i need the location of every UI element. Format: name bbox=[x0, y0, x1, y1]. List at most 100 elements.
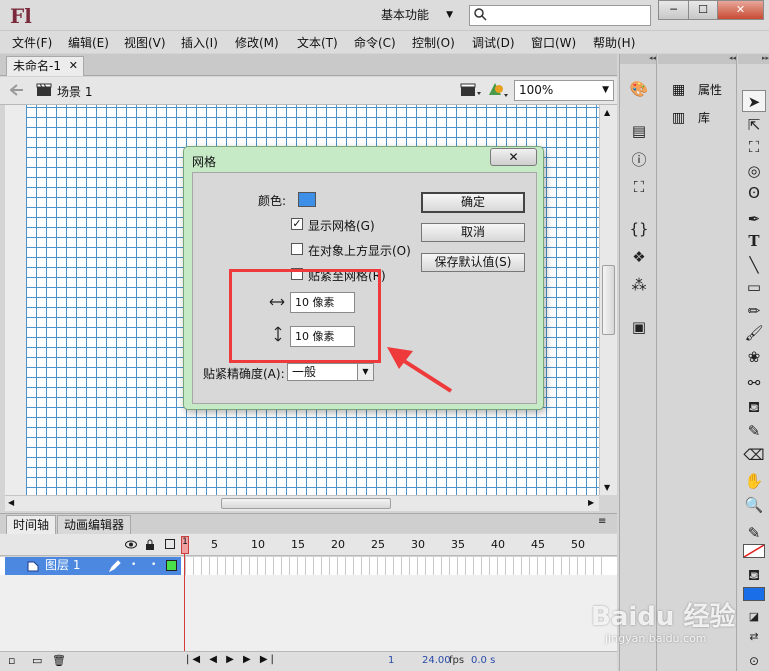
maximize-button[interactable]: ☐ bbox=[688, 0, 718, 20]
pen-tool-icon[interactable]: ✒ bbox=[742, 208, 766, 230]
tab-timeline[interactable]: 时间轴 bbox=[6, 515, 57, 534]
close-button[interactable]: ✕ bbox=[717, 0, 764, 20]
scene-panel-icon[interactable]: ▣ bbox=[627, 316, 651, 338]
vertical-scrollbar[interactable]: ▲ ▼ bbox=[599, 105, 617, 495]
menu-edit[interactable]: 编辑(E) bbox=[68, 34, 109, 51]
collapse-icon[interactable]: ◂◂ bbox=[658, 54, 736, 64]
deco-tool-icon[interactable]: ❀ bbox=[742, 346, 766, 368]
zoom-tool-icon[interactable]: 🔍 bbox=[742, 494, 766, 516]
playback-controls[interactable]: |◀ ◀ ▶ ▶ ▶| bbox=[186, 654, 277, 665]
scroll-left-icon[interactable]: ◀ bbox=[8, 498, 14, 507]
menu-insert[interactable]: 插入(I) bbox=[181, 34, 218, 51]
ok-button[interactable]: 确定 bbox=[421, 192, 525, 213]
lock-icon[interactable] bbox=[145, 539, 155, 550]
fill-color-icon[interactable]: ⛾ bbox=[742, 564, 766, 586]
layer-name-cell[interactable]: 图层 1 • • bbox=[5, 557, 181, 575]
delete-layer-icon[interactable]: 🗑 bbox=[52, 654, 66, 667]
frame-cells[interactable] bbox=[185, 557, 605, 575]
lock-dot-icon[interactable]: • bbox=[151, 557, 156, 574]
scroll-right-icon[interactable]: ▶ bbox=[588, 498, 594, 507]
fps-readout[interactable]: 24.00 bbox=[422, 655, 451, 666]
zoom-select[interactable]: 100% ▼ bbox=[514, 80, 614, 101]
menu-view[interactable]: 视图(V) bbox=[124, 34, 166, 51]
chevron-down-icon: ▼ bbox=[446, 10, 453, 20]
frame-number: 40 bbox=[491, 538, 505, 551]
help-search[interactable] bbox=[469, 5, 651, 26]
stroke-color-icon[interactable]: ✎ bbox=[742, 522, 766, 544]
collapse-icon[interactable]: ▸▸ bbox=[738, 54, 769, 64]
code-snippets-icon[interactable]: {} bbox=[627, 218, 651, 240]
info-panel-icon[interactable]: ⓘ bbox=[627, 149, 651, 171]
dialog-close-button[interactable]: ✕ bbox=[490, 148, 537, 166]
outline-icon[interactable] bbox=[165, 539, 175, 549]
color-panel-icon[interactable]: 🎨 bbox=[627, 78, 651, 100]
show-grid-checkbox[interactable]: ✓ bbox=[291, 218, 303, 230]
edit-symbols-icon[interactable] bbox=[487, 81, 511, 99]
hand-tool-icon[interactable]: ✋ bbox=[742, 470, 766, 492]
back-arrow-icon[interactable] bbox=[10, 84, 24, 96]
line-tool-icon[interactable]: ╲ bbox=[742, 254, 766, 276]
grid-color-swatch[interactable] bbox=[298, 192, 316, 207]
menu-help[interactable]: 帮助(H) bbox=[593, 34, 635, 51]
new-layer-icon[interactable]: ▫ bbox=[8, 654, 15, 667]
bone-tool-icon[interactable]: ⚯ bbox=[742, 372, 766, 394]
properties-icon: ▦ bbox=[672, 82, 686, 98]
library-panel-button[interactable]: ▥ 库 bbox=[668, 108, 710, 128]
text-tool-icon[interactable]: T bbox=[742, 230, 766, 252]
brush-tool-icon[interactable]: 🖌 bbox=[742, 322, 766, 344]
motion-presets-icon[interactable]: ⁂ bbox=[627, 274, 651, 296]
stroke-color-swatch[interactable] bbox=[743, 544, 765, 558]
paint-bucket-tool-icon[interactable]: ⛾ bbox=[742, 396, 766, 418]
eyedropper-tool-icon[interactable]: ✎ bbox=[742, 420, 766, 442]
menu-debug[interactable]: 调试(D) bbox=[472, 34, 515, 51]
menu-control[interactable]: 控制(O) bbox=[412, 34, 455, 51]
minimize-button[interactable]: ─ bbox=[658, 0, 689, 20]
layer-outline-color[interactable] bbox=[166, 560, 177, 571]
scroll-up-icon[interactable]: ▲ bbox=[604, 108, 610, 117]
search-input[interactable] bbox=[490, 7, 646, 24]
workspace-switcher[interactable]: 基本功能 ▼ bbox=[373, 5, 463, 25]
panel-menu-icon[interactable]: ≡ bbox=[598, 516, 606, 527]
components-icon[interactable]: ❖ bbox=[627, 246, 651, 268]
collapse-icon[interactable]: ◂◂ bbox=[620, 54, 656, 64]
close-icon[interactable]: ✕ bbox=[69, 57, 78, 75]
pencil-icon[interactable] bbox=[109, 560, 121, 572]
menu-commands[interactable]: 命令(C) bbox=[354, 34, 396, 51]
zoom-value: 100% bbox=[519, 83, 554, 97]
new-folder-icon[interactable]: ▭ bbox=[32, 654, 42, 667]
scroll-down-icon[interactable]: ▼ bbox=[604, 483, 610, 492]
tab-motion-editor[interactable]: 动画编辑器 bbox=[57, 515, 132, 534]
menu-text[interactable]: 文本(T) bbox=[297, 34, 338, 51]
transform-panel-icon[interactable]: ⛶ bbox=[627, 176, 651, 198]
selection-tool-icon[interactable]: ➤ bbox=[742, 90, 766, 112]
tab-document[interactable]: 未命名-1 ✕ bbox=[6, 56, 84, 76]
playhead[interactable]: 1 bbox=[181, 536, 189, 652]
menu-modify[interactable]: 修改(M) bbox=[235, 34, 279, 51]
rectangle-tool-icon[interactable]: ▭ bbox=[742, 276, 766, 298]
snap-accuracy-select[interactable]: 一般 ▼ bbox=[287, 363, 374, 381]
menu-file[interactable]: 文件(F) bbox=[12, 34, 52, 51]
pencil-tool-icon[interactable]: ✏ bbox=[742, 300, 766, 322]
lasso-tool-icon[interactable]: ʘ bbox=[742, 182, 766, 204]
frame-number: 20 bbox=[331, 538, 345, 551]
eraser-tool-icon[interactable]: ⌫ bbox=[742, 444, 766, 466]
3d-rotation-tool-icon[interactable]: ◎ bbox=[742, 160, 766, 182]
vertical-scroll-thumb[interactable] bbox=[602, 265, 615, 335]
visibility-dot-icon[interactable]: • bbox=[131, 557, 136, 574]
scene-name[interactable]: 场景 1 bbox=[57, 83, 92, 100]
eye-icon[interactable] bbox=[125, 540, 137, 549]
subselection-tool-icon[interactable]: ⇱ bbox=[742, 114, 766, 136]
show-over-objects-checkbox[interactable] bbox=[291, 243, 303, 255]
layer-row[interactable]: 图层 1 • • bbox=[0, 557, 617, 575]
menu-window[interactable]: 窗口(W) bbox=[531, 34, 576, 51]
edit-scene-icon[interactable] bbox=[460, 82, 482, 98]
properties-panel-button[interactable]: ▦ 属性 bbox=[668, 80, 722, 100]
free-transform-tool-icon[interactable]: ⛶ bbox=[742, 136, 766, 158]
frame-ruler[interactable]: 5 10 15 20 25 30 35 40 45 50 bbox=[185, 534, 605, 556]
align-panel-icon[interactable]: ▤ bbox=[627, 120, 651, 142]
playhead-marker[interactable]: 1 bbox=[181, 536, 189, 554]
horizontal-scrollbar[interactable]: ◀ ▶ bbox=[5, 495, 599, 511]
horizontal-scroll-thumb[interactable] bbox=[221, 498, 391, 509]
save-default-button[interactable]: 保存默认值(S) bbox=[421, 253, 525, 272]
cancel-button[interactable]: 取消 bbox=[421, 223, 525, 242]
